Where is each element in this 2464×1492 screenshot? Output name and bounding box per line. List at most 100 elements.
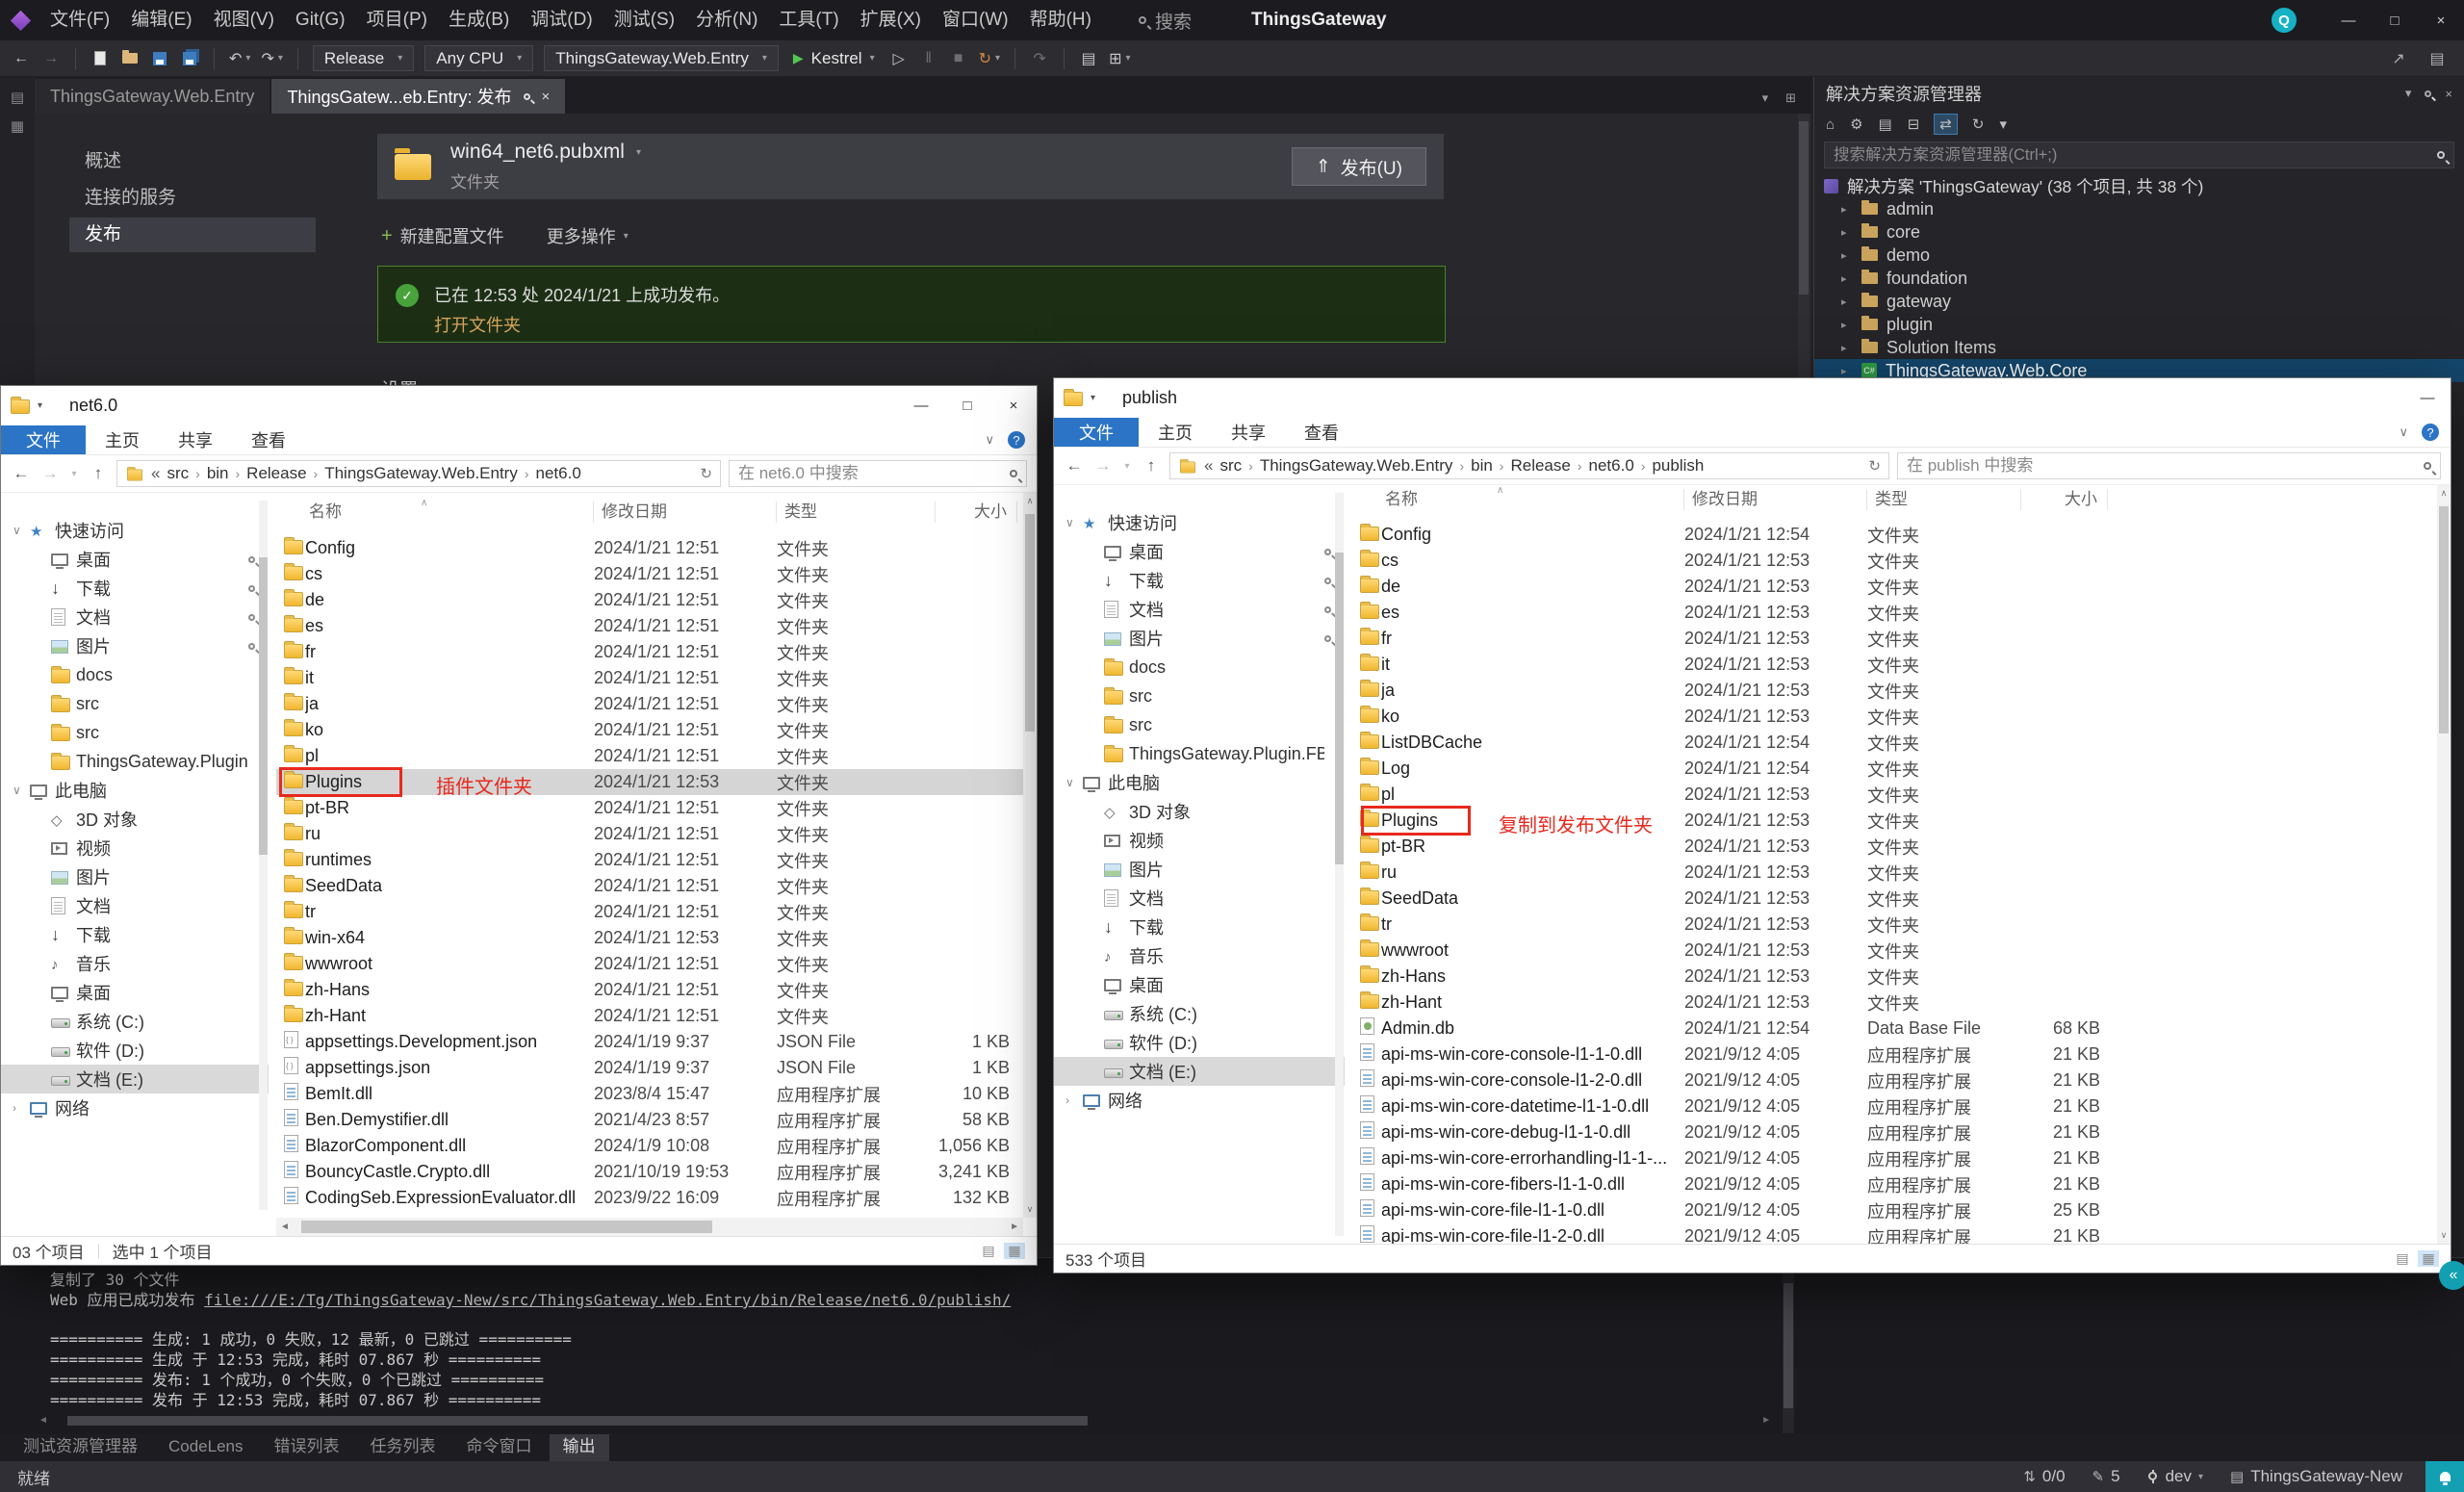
column-header-size[interactable]: 大小 [2021, 489, 2108, 510]
scroll-right-icon[interactable]: ► [1010, 1222, 1019, 1232]
breadcrumb-item[interactable]: src [1219, 456, 1242, 476]
ribbon-tab[interactable]: 共享 [1212, 418, 1285, 447]
chevron-right-icon[interactable]: ▸ [1841, 296, 1853, 308]
navigate-back-icon[interactable]: ← [12, 50, 31, 67]
nav-item[interactable]: 文档 [1, 603, 269, 631]
scroll-right-icon[interactable]: ► [1761, 1415, 1771, 1426]
nav-item[interactable]: 音乐 [1, 949, 269, 978]
pt-BR[interactable]: pt-BR 2024/1/21 12:51 文件夹 [276, 795, 1023, 821]
column-header-date[interactable]: 修改日期 [1684, 489, 1867, 510]
save-all-icon[interactable] [180, 52, 199, 65]
menu-item[interactable]: 测试(S) [603, 0, 685, 40]
list-scrollbar[interactable]: ∧∨ [2437, 485, 2451, 1244]
api-ms-win-core-errorhandling-l1-1-...[interactable]: api-ms-win-core-errorhandling-l1-1-... 2… [1352, 1145, 2437, 1171]
nav-item[interactable]: 图片 [1054, 855, 1345, 884]
panel-tab[interactable]: 输出 [550, 1434, 609, 1461]
nav-item[interactable]: 桌面 [1054, 537, 1345, 566]
de[interactable]: de 2024/1/21 12:51 文件夹 [276, 587, 1023, 613]
panel-tab[interactable]: 错误列表 [261, 1434, 353, 1461]
de[interactable]: de 2024/1/21 12:53 文件夹 [1352, 574, 2437, 600]
save-icon[interactable] [150, 52, 169, 65]
nav-item[interactable]: 软件 (D:) [1054, 1028, 1345, 1057]
fr[interactable]: fr 2024/1/21 12:53 文件夹 [1352, 626, 2437, 652]
start-without-debugging-icon[interactable]: ▷ [889, 49, 909, 68]
up-icon[interactable]: ↑ [1141, 456, 1162, 476]
titlebar-search[interactable]: 搜索 [1139, 8, 1192, 34]
ribbon-tab[interactable]: 共享 [159, 425, 232, 454]
nav-item[interactable]: 桌面 [1, 545, 269, 574]
nav-item[interactable]: 桌面 [1054, 970, 1345, 999]
toolbox-tab-icon[interactable]: ▦ [0, 117, 35, 135]
runtimes[interactable]: runtimes 2024/1/21 12:51 文件夹 [276, 847, 1023, 873]
ja[interactable]: ja 2024/1/21 12:53 文件夹 [1352, 678, 2437, 704]
menu-item[interactable]: 帮助(H) [1019, 0, 1102, 40]
refresh-icon[interactable]: ↻ [1868, 457, 1881, 475]
float-window-icon[interactable]: ⊞ [1785, 90, 1796, 106]
nav-item[interactable]: 文档 [1, 891, 269, 920]
nav-item[interactable]: 下载 [1, 920, 269, 949]
sync-with-active-document-icon[interactable]: ⇄ [1935, 115, 1957, 134]
help-icon[interactable]: ? [2422, 424, 2439, 441]
undo-icon[interactable]: ↶▾ [229, 49, 250, 68]
BemIt.dll[interactable]: BemIt.dll 2023/8/4 15:47 应用程序扩展 10 KB [276, 1081, 1023, 1107]
properties-icon[interactable]: ⚙ [1850, 116, 1862, 133]
nav-item[interactable]: ThingsGateway.Plugin.FBModbu [1054, 739, 1345, 768]
nav-item[interactable]: 系统 (C:) [1, 1007, 269, 1036]
tab-thingsgateway-web-entry[interactable]: ThingsGateway.Web.Entry [35, 79, 270, 114]
tr[interactable]: tr 2024/1/21 12:53 文件夹 [1352, 912, 2437, 938]
nav-item[interactable]: 视频 [1054, 826, 1345, 855]
it[interactable]: it 2024/1/21 12:53 文件夹 [1352, 652, 2437, 678]
breadcrumb-item[interactable]: net6.0 [536, 464, 581, 483]
panel-tab[interactable]: 测试资源管理器 [10, 1434, 151, 1461]
address-bar[interactable]: « ›src›ThingsGateway.Web.Entry›bin›Relea… [1169, 452, 1889, 479]
quick-access-toolbar-dropdown-icon[interactable]: ▾ [1091, 393, 1095, 403]
breadcrumb-item[interactable]: ThingsGateway.Web.Entry [324, 464, 518, 483]
chevron-icon[interactable]: › [13, 1101, 30, 1115]
zh-Hans[interactable]: zh-Hans 2024/1/21 12:53 文件夹 [1352, 964, 2437, 990]
tree-item[interactable]: ▸ admin [1814, 197, 2464, 220]
chevron-icon[interactable]: ∨ [13, 784, 30, 797]
menu-item[interactable]: 工具(T) [768, 0, 849, 40]
breadcrumb-item[interactable]: publish [1652, 456, 1704, 476]
nav-item[interactable]: 文档 (E:) [1, 1065, 269, 1093]
chevron-icon[interactable]: ∨ [13, 524, 30, 537]
publish-profile-name[interactable]: win64_net6.pubxml▾ [450, 141, 641, 164]
collapse-all-icon[interactable]: ⊟ [1908, 116, 1920, 133]
tree-item[interactable]: ▸ Solution Items [1814, 336, 2464, 359]
nav-scrollbar[interactable] [1335, 493, 1344, 1236]
CodingSeb.ExpressionEvaluator.dll[interactable]: CodingSeb.ExpressionEvaluator.dll 2023/9… [276, 1185, 1023, 1211]
nav-item[interactable]: 桌面 [1, 978, 269, 1007]
wwwroot[interactable]: wwwroot 2024/1/21 12:53 文件夹 [1352, 938, 2437, 964]
ribbon-file-tab[interactable]: 文件 [1054, 418, 1139, 447]
menu-item[interactable]: 视图(V) [203, 0, 285, 40]
redo-icon[interactable]: ↷▾ [261, 49, 282, 68]
nav-item[interactable]: 下载 [1054, 913, 1345, 941]
show-all-files-icon[interactable]: ▤ [1879, 116, 1892, 133]
explorer-search-box[interactable] [1897, 452, 2441, 479]
Admin.db[interactable]: Admin.db 2024/1/21 12:54 Data Base File … [1352, 1016, 2437, 1042]
nav-item[interactable]: 视频 [1, 834, 269, 862]
ribbon-tab[interactable]: 主页 [86, 425, 159, 454]
address-bar[interactable]: « ›src›bin›Release›ThingsGateway.Web.Ent… [116, 460, 721, 487]
tree-item[interactable]: ▸ core [1814, 220, 2464, 244]
tree-item[interactable]: ▸ foundation [1814, 267, 2464, 290]
win-x64[interactable]: win-x64 2024/1/21 12:53 文件夹 [276, 925, 1023, 951]
nav-item[interactable]: ∨ 此电脑 [1054, 768, 1345, 797]
tab-publish-active[interactable]: ThingsGatew...eb.Entry: 发布 × [271, 79, 565, 114]
tr[interactable]: tr 2024/1/21 12:51 文件夹 [276, 899, 1023, 925]
explorer-search-input[interactable] [738, 464, 1010, 483]
ribbon-tab[interactable]: 查看 [232, 425, 305, 454]
BouncyCastle.Crypto.dll[interactable]: BouncyCastle.Crypto.dll 2021/10/19 19:53… [276, 1159, 1023, 1185]
scroll-left-icon[interactable]: ◄ [38, 1415, 48, 1426]
Log[interactable]: Log 2024/1/21 12:54 文件夹 [1352, 756, 2437, 782]
nav-item[interactable]: 文档 (E:) [1054, 1057, 1345, 1086]
platform-dropdown[interactable]: Any CPU▾ [424, 45, 533, 71]
column-header-date[interactable]: 修改日期 [594, 502, 777, 523]
close-icon[interactable]: × [2445, 87, 2452, 101]
nav-item[interactable]: src [1, 689, 269, 718]
notifications-bell[interactable] [2426, 1461, 2464, 1492]
tree-item[interactable]: ▸ demo [1814, 244, 2464, 267]
column-header-type[interactable]: 类型 [1867, 489, 2021, 510]
git-repository[interactable]: ▤ThingsGateway-New [2230, 1467, 2402, 1486]
open-folder-link[interactable]: 打开文件夹 [434, 312, 521, 337]
